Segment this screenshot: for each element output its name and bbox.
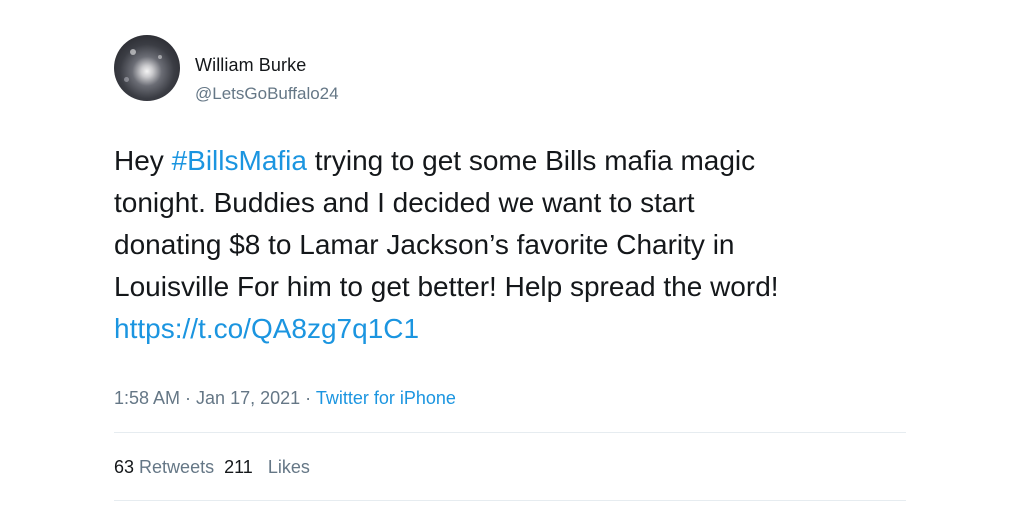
author-handle[interactable]: @LetsGoBuffalo24 [195, 84, 339, 104]
tweet-line: tonight. Buddies and I decided we want t… [114, 187, 695, 218]
tweet-date[interactable]: Jan 17, 2021 [196, 388, 300, 408]
meta-separator: · [180, 388, 197, 408]
tweet-line: Hey #BillsMafia trying to get some Bills… [114, 140, 904, 182]
tweet-text: Hey #BillsMafia trying to get some Bills… [114, 140, 904, 350]
tweet-text-segment: Hey [114, 145, 172, 176]
divider [114, 500, 906, 501]
tweet-stats: 63 Retweets 211 Likes [114, 457, 310, 478]
tweet-text-segment: trying to get some Bills mafia magic [306, 145, 756, 176]
tweet-line: donating $8 to Lamar Jackson’s favorite … [114, 229, 735, 260]
likes-count: 211 [224, 457, 253, 477]
author-name[interactable]: William Burke [195, 55, 306, 76]
meta-separator: · [300, 388, 316, 408]
tweet-line: Louisville For him to get better! Help s… [114, 271, 779, 302]
avatar-highlight [158, 55, 162, 59]
retweets-stat[interactable]: 63 Retweets [114, 457, 214, 477]
divider [114, 432, 906, 433]
tweet-time[interactable]: 1:58 AM [114, 388, 180, 408]
tweet-url-link[interactable]: https://t.co/QA8zg7q1C1 [114, 308, 904, 350]
retweets-count: 63 [114, 457, 135, 477]
avatar-highlight [130, 49, 136, 55]
avatar-highlight [124, 77, 129, 82]
retweets-label: Retweets [139, 457, 215, 477]
tweet-card: William Burke @LetsGoBuffalo24 Hey #Bill… [0, 0, 1024, 512]
hashtag-link[interactable]: #BillsMafia [172, 145, 307, 176]
avatar[interactable] [114, 35, 180, 101]
tweet-meta: 1:58 AM · Jan 17, 2021 · Twitter for iPh… [114, 388, 456, 409]
likes-stat[interactable]: 211 Likes [224, 457, 310, 477]
likes-label: Likes [267, 457, 310, 477]
tweet-source-link[interactable]: Twitter for iPhone [316, 388, 456, 408]
